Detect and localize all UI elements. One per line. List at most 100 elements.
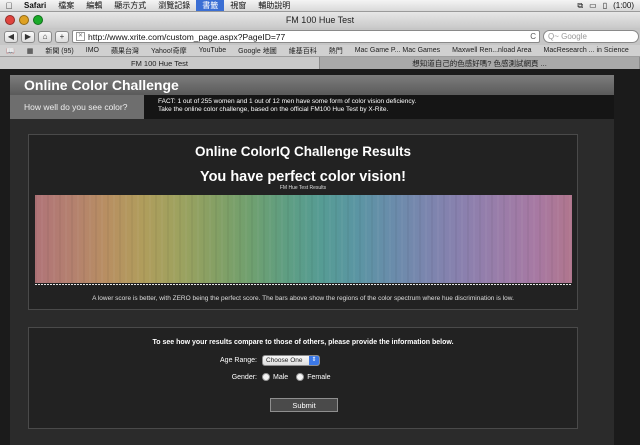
spectrum-stripe	[269, 195, 271, 283]
submit-button[interactable]: Submit	[270, 398, 338, 412]
spectrum-stripe	[479, 195, 481, 283]
spectrum-stripe	[137, 195, 139, 283]
bookmarks-icon[interactable]: 📖	[0, 47, 21, 55]
window-icon[interactable]: ⧉	[577, 1, 583, 11]
spectrum-stripe	[53, 195, 55, 283]
spectrum-stripe	[395, 195, 397, 283]
spectrum-stripe	[131, 195, 133, 283]
spectrum-stripe	[419, 195, 421, 283]
spectrum-stripe	[533, 195, 535, 283]
bookmark-item[interactable]: 新聞 (95)	[39, 46, 79, 56]
spectrum-stripe	[563, 195, 565, 283]
age-label: Age Range:	[220, 357, 257, 364]
spectrum-stripe	[365, 195, 367, 283]
reload-icon[interactable]: C	[530, 32, 536, 41]
spectrum-stripe	[323, 195, 325, 283]
minimize-window-button[interactable]	[19, 15, 29, 25]
age-range-select[interactable]: Choose One ⇕	[262, 355, 320, 366]
spectrum-stripe	[41, 195, 43, 283]
age-row: Age Range: Choose One ⇕	[29, 355, 577, 366]
tab-fm100[interactable]: FM 100 Hue Test	[0, 57, 320, 69]
spectrum-stripe	[509, 195, 511, 283]
vision-verdict: You have perfect color vision!	[199, 169, 406, 185]
fact-text: FACT: 1 out of 255 women and 1 out of 12…	[158, 98, 458, 114]
menu-history[interactable]: 瀏覽記錄	[152, 0, 196, 11]
spectrum-stripe	[551, 195, 553, 283]
forward-button[interactable]: ▶	[21, 30, 35, 43]
back-button[interactable]: ◀	[4, 30, 18, 43]
spectrum-stripe	[569, 195, 571, 283]
home-button[interactable]: ⌂	[38, 30, 52, 43]
bookmark-item[interactable]: MacResearch ... in Science	[538, 47, 635, 54]
search-field[interactable]: Q~ Google	[543, 30, 639, 43]
spectrum-stripe	[173, 195, 175, 283]
menu-safari[interactable]: Safari	[18, 1, 52, 10]
battery-icon[interactable]: ▯	[603, 1, 607, 10]
bookmark-item[interactable]: Maxwell Ren...nload Area	[446, 47, 537, 54]
bookmark-item[interactable]: YouTube	[193, 47, 233, 54]
mac-menubar:  Safari 檔案 編輯 顯示方式 瀏覽記錄 書籤 視窗 輔助說明 ⧉ ▭ …	[0, 0, 640, 12]
spectrum-stripe	[143, 195, 145, 283]
spectrum-stripe	[185, 195, 187, 283]
web-page: Online Color Challenge How well do you s…	[0, 69, 640, 445]
apple-menu-icon[interactable]: 	[0, 1, 18, 11]
top-sites-icon[interactable]: ▦	[21, 47, 40, 55]
bookmark-item[interactable]: IMO	[80, 47, 105, 54]
male-label: Male	[273, 373, 289, 381]
spectrum-stripe	[221, 195, 223, 283]
spectrum-stripe	[161, 195, 163, 283]
spectrum-stripe	[167, 195, 169, 283]
bookmark-item[interactable]: 維基百科	[283, 46, 323, 56]
bookmark-item[interactable]: 蘋果台灣	[105, 46, 145, 56]
spectrum-stripe	[545, 195, 547, 283]
zoom-window-button[interactable]	[33, 15, 43, 25]
menu-help[interactable]: 輔助說明	[252, 0, 296, 11]
spectrum-stripe	[503, 195, 505, 283]
add-bookmark-button[interactable]: +	[55, 30, 69, 43]
bookmark-item[interactable]: Yahoo!奇摩	[145, 46, 193, 56]
spectrum-stripe	[209, 195, 211, 283]
fact-line-2: Take the online color challenge, based o…	[158, 106, 389, 113]
spectrum-stripe	[155, 195, 157, 283]
spectrum-stripe	[371, 195, 373, 283]
spectrum-stripe	[557, 195, 559, 283]
bookmark-item[interactable]: Google 地圖	[232, 46, 283, 56]
tab-bar: FM 100 Hue Test 想知道自己的色感好嗎? 色感測試網頁 ...	[0, 57, 640, 69]
subtab-how-well[interactable]: How well do you see color?	[10, 95, 144, 119]
spectrum-stripe	[275, 195, 277, 283]
bookmark-item[interactable]: 熱門	[323, 46, 349, 56]
spectrum-stripe	[305, 195, 307, 283]
spectrum-stripe	[377, 195, 379, 283]
spectrum-stripe	[425, 195, 427, 283]
spectrum-stripe	[191, 195, 193, 283]
menu-view[interactable]: 顯示方式	[108, 0, 152, 11]
spectrum-stripe	[359, 195, 361, 283]
spectrum-stripe	[431, 195, 433, 283]
spectrum-stripe	[449, 195, 451, 283]
spectrum-stripe	[257, 195, 259, 283]
display-icon[interactable]: ▭	[589, 1, 597, 10]
spectrum-stripe	[197, 195, 199, 283]
spectrum-stripe	[113, 195, 115, 283]
spectrum-stripe	[77, 195, 79, 283]
tab-color-test-article[interactable]: 想知道自己的色感好嗎? 色感測試網頁 ...	[320, 57, 640, 69]
male-radio[interactable]	[262, 373, 270, 381]
menu-edit[interactable]: 編輯	[80, 0, 108, 11]
fact-line-1: FACT: 1 out of 255 women and 1 out of 12…	[158, 98, 417, 105]
spectrum-stripe	[473, 195, 475, 283]
female-radio[interactable]	[296, 373, 305, 381]
bookmark-item[interactable]: Mac Game P... Mac Games	[349, 47, 446, 54]
menu-window[interactable]: 視窗	[224, 0, 252, 11]
results-title: Online ColorIQ Challenge Results	[194, 144, 412, 159]
spectrum-stripe	[263, 195, 265, 283]
address-url: http://www.xrite.com/custom_page.aspx?Pa…	[88, 31, 286, 42]
spectrum-stripe	[281, 195, 283, 283]
spectrum-stripe	[35, 195, 37, 283]
address-bar[interactable]: ✕ http://www.xrite.com/custom_page.aspx?…	[72, 30, 540, 43]
menubar-status: ⧉ ▭ ▯ (1:00)	[577, 1, 640, 11]
spectrum-stripe	[149, 195, 151, 283]
close-window-button[interactable]	[5, 15, 15, 25]
menu-file[interactable]: 檔案	[52, 0, 80, 11]
spectrum-stripe	[89, 195, 91, 283]
menu-bookmarks[interactable]: 書籤	[196, 0, 225, 11]
